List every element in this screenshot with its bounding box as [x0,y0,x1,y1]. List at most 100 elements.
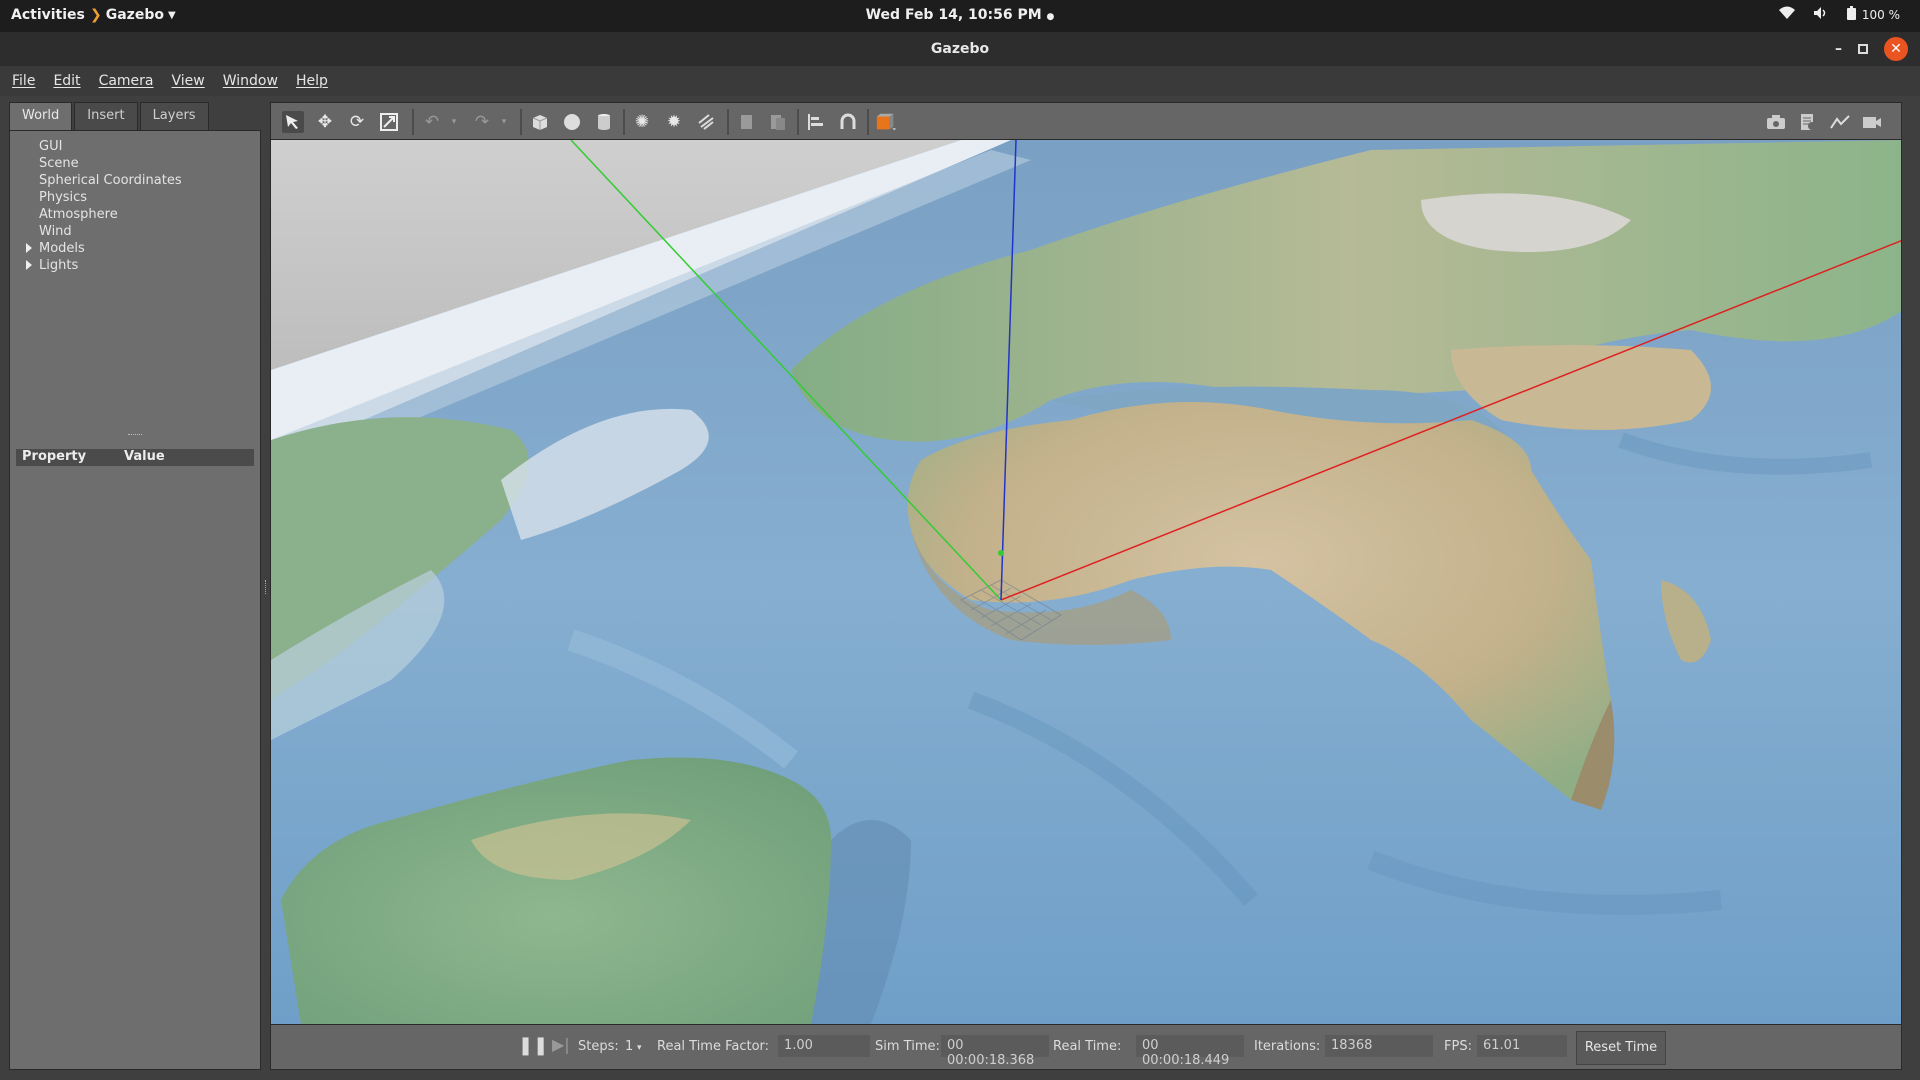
expand-arrow-icon[interactable] [26,243,32,253]
panel-splitter-handle[interactable] [128,434,142,437]
minimize-icon[interactable]: – [1835,41,1842,57]
menu-camera[interactable]: Camera [99,73,154,89]
iterations-label: Iterations: [1254,1039,1321,1054]
battery-indicator: 100 % [1846,6,1900,23]
cylinder-icon[interactable] [593,111,615,133]
record-video-icon[interactable] [1861,111,1883,133]
menu-file[interactable]: File [12,73,35,89]
tree-item-atmosphere[interactable]: Atmosphere [10,207,260,224]
tree-item-gui[interactable]: GUI [10,139,260,156]
point-light-icon[interactable]: ✺ [631,111,653,133]
tree-item-label: Spherical Coordinates [39,173,182,188]
paste-icon[interactable] [767,111,789,133]
notification-dot-icon: ● [1046,12,1055,22]
rtf-value: 1.00 [778,1035,870,1057]
tree-item-label: Atmosphere [39,207,118,222]
tree-item-models[interactable]: Models [10,241,260,258]
system-tray[interactable]: 100 % [1778,6,1900,23]
snap-icon[interactable] [837,111,859,133]
tree-item-wind[interactable]: Wind [10,224,260,241]
fps-value: 61.01 [1477,1035,1567,1057]
tree-item-scene[interactable]: Scene [10,156,260,173]
steps-dropdown-icon[interactable]: ▾ [637,1043,642,1053]
real-time-value: 00 00:00:18.449 [1136,1035,1244,1068]
menu-help[interactable]: Help [296,73,328,89]
window-titlebar[interactable]: Gazebo – ✕ [0,32,1920,66]
sim-time-value: 00 00:00:18.368 [941,1035,1049,1068]
maximize-icon[interactable] [1858,44,1868,54]
menu-view[interactable]: View [172,73,205,89]
window-title: Gazebo [930,41,990,57]
tree-item-label: Scene [39,156,79,171]
volume-icon [1813,6,1829,23]
status-bar: ❚❚ ▶| Steps: 1 ▾ Real Time Factor: 1.00 … [270,1024,1902,1070]
pause-icon[interactable]: ❚❚ [518,1035,548,1056]
close-icon[interactable]: ✕ [1884,37,1908,61]
terrain-scene [271,140,1901,1024]
tree-item-lights[interactable]: Lights [10,258,260,275]
align-icon[interactable] [805,111,827,133]
fps-label: FPS: [1444,1039,1472,1054]
tree-item-label: Wind [39,224,72,239]
system-top-bar: Activities ❯ Gazebo ▼ Wed Feb 14, 10:56 … [0,0,1920,32]
expand-arrow-icon[interactable] [26,260,32,270]
redo-dropdown-icon[interactable]: ▾ [493,111,515,133]
property-column-header[interactable]: Property [22,449,86,464]
copy-icon[interactable] [735,111,757,133]
left-panel: World Insert Layers GUI Scene Spherical … [9,102,261,1070]
window-controls: – ✕ [1835,37,1908,61]
menu-edit[interactable]: Edit [53,73,80,89]
battery-icon [1846,6,1856,23]
toolbar-separator [867,109,869,135]
view-angle-icon[interactable] [875,111,897,133]
directional-light-icon[interactable] [695,111,717,133]
menu-window[interactable]: Window [223,73,278,89]
steps-label: Steps: [578,1039,619,1054]
steps-value[interactable]: 1 [625,1039,633,1054]
toolbar-separator [797,109,799,135]
log-icon[interactable] [1797,111,1819,133]
tree-item-label: GUI [39,139,63,154]
sphere-icon[interactable] [561,111,583,133]
world-panel: GUI Scene Spherical Coordinates Physics … [9,130,261,1070]
wifi-icon [1778,6,1795,23]
step-icon[interactable]: ▶| [552,1035,570,1054]
tree-item-label: Lights [39,258,79,273]
clock[interactable]: Wed Feb 14, 10:56 PM ● [0,7,1920,23]
translate-icon[interactable]: ✥ [314,111,336,133]
toolbar-separator [727,109,729,135]
tree-item-label: Models [39,241,85,256]
tree-item-label: Physics [39,190,88,205]
box-icon[interactable] [529,111,551,133]
tree-item-physics[interactable]: Physics [10,190,260,207]
toolbar: ✥ ⟳ ↶ ▾ ↷ ▾ ✺ ✹ [270,102,1902,140]
value-column-header[interactable]: Value [124,449,165,464]
spot-light-icon[interactable]: ✹ [663,111,685,133]
screenshot-icon[interactable] [1765,111,1787,133]
iterations-value: 18368 [1325,1035,1433,1057]
rtf-label: Real Time Factor: [657,1039,770,1054]
tree-item-spherical-coordinates[interactable]: Spherical Coordinates [10,173,260,190]
plot-icon[interactable] [1829,111,1851,133]
undo-dropdown-icon[interactable]: ▾ [443,111,465,133]
main-area: ✥ ⟳ ↶ ▾ ↷ ▾ ✺ ✹ ❚❚ ▶| Steps: 1 ▾ Real Ti… [270,102,1902,1070]
tab-insert[interactable]: Insert [74,102,138,130]
menu-bar: File Edit Camera View Window Help [0,66,1920,96]
world-tree: GUI Scene Spherical Coordinates Physics … [10,139,260,275]
reset-time-button[interactable]: Reset Time [1576,1031,1666,1065]
toolbar-separator [623,109,625,135]
redo-icon[interactable]: ↷ [471,111,493,133]
clock-label: Wed Feb 14, 10:56 PM [865,7,1042,23]
3d-viewport[interactable] [270,140,1902,1024]
left-panel-tabs: World Insert Layers [9,102,261,130]
toolbar-separator [520,109,522,135]
tab-layers[interactable]: Layers [139,102,209,130]
tab-world[interactable]: World [9,102,73,130]
rotate-icon[interactable]: ⟳ [346,111,368,133]
scale-icon[interactable] [378,111,400,133]
real-time-label: Real Time: [1053,1039,1122,1054]
toolbar-separator [412,109,414,135]
select-arrow-icon[interactable] [282,111,304,133]
battery-percent: 100 % [1861,7,1900,22]
undo-icon[interactable]: ↶ [421,111,443,133]
